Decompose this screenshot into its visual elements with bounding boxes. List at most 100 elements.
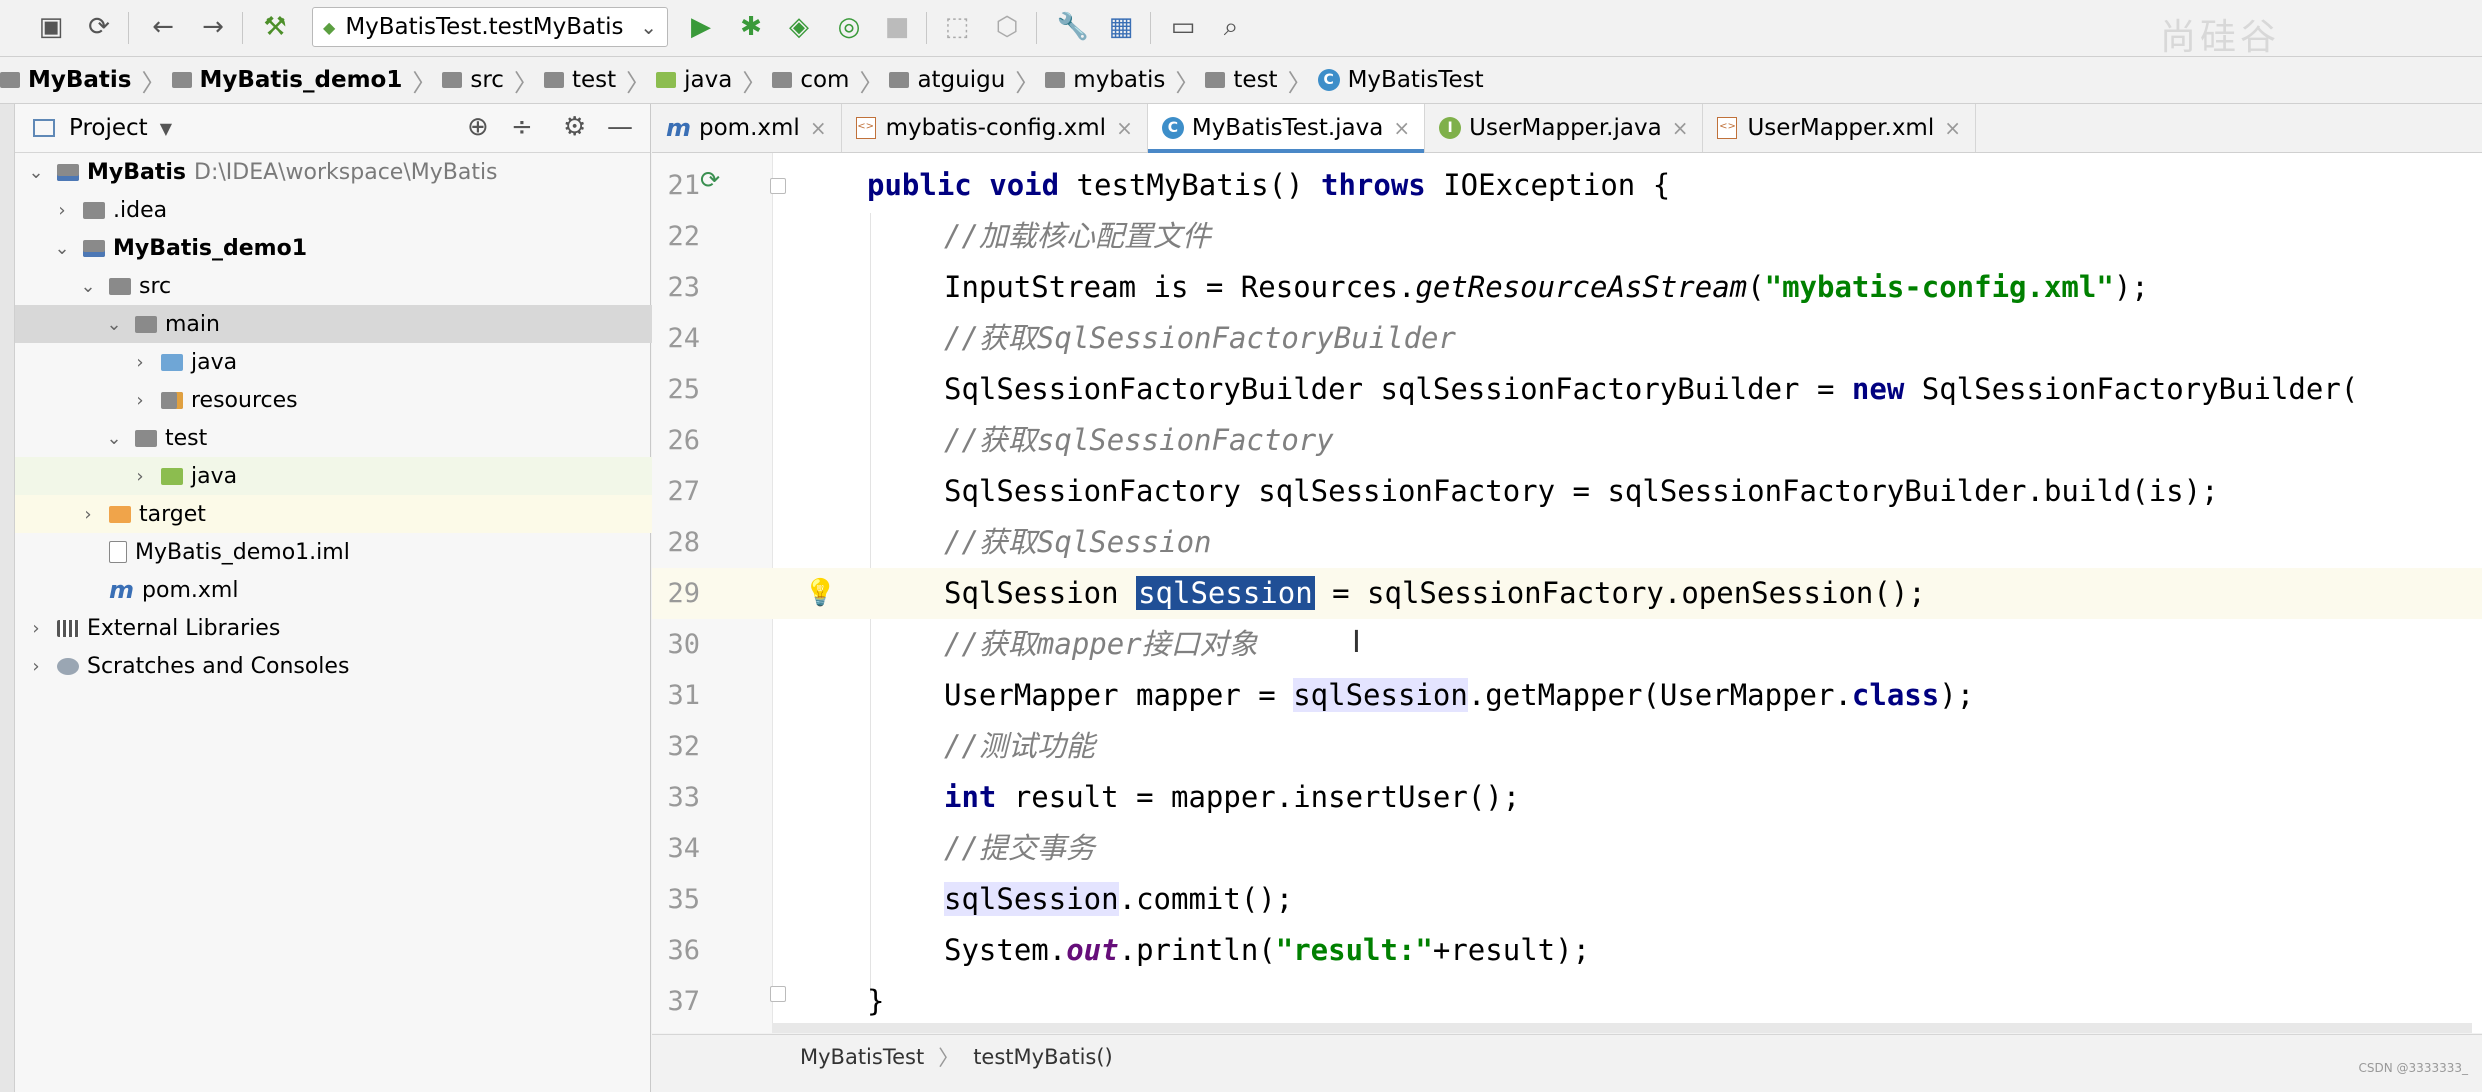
fold-icon[interactable] <box>770 986 786 1002</box>
code-line[interactable]: 26 //获取sqlSessionFactory <box>652 415 2482 466</box>
tree-item-iml[interactable]: MyBatis_demo1.iml <box>15 533 744 571</box>
breadcrumb-item[interactable]: C MyBatisTest <box>1317 67 1484 93</box>
breadcrumb-item[interactable]: java 〉 <box>656 63 766 98</box>
tree-item-module[interactable]: ⌄ MyBatis_demo1 <box>15 229 688 267</box>
tree-item-main[interactable]: ⌄ main <box>15 305 740 343</box>
code-editor[interactable]: 21 ⟳ public void testMyBatis() throws IO… <box>652 153 2482 1033</box>
run-icon[interactable]: ▶ <box>684 10 718 44</box>
fold-icon[interactable] <box>770 178 786 194</box>
tree-item-root[interactable]: ⌄ MyBatis D:\IDEA\workspace\MyBatis <box>15 153 662 191</box>
vcs-icon[interactable]: ⬚ <box>940 10 974 44</box>
save-icon[interactable]: ▣ <box>34 10 68 44</box>
back-icon[interactable]: ← <box>146 10 180 44</box>
chevron-right-icon[interactable]: › <box>53 200 71 221</box>
coverage-icon[interactable]: ◈ <box>782 10 816 44</box>
tree-item-pom[interactable]: m pom.xml <box>15 571 744 609</box>
folder-icon <box>543 72 564 88</box>
close-icon[interactable]: × <box>1672 116 1689 140</box>
chevron-right-icon[interactable]: › <box>27 618 45 639</box>
chevron-right-icon[interactable]: › <box>131 352 149 373</box>
collapse-all-icon[interactable]: ÷ <box>511 112 533 142</box>
stop-icon[interactable]: ■ <box>880 10 914 44</box>
tab-mybatis-config-xml[interactable]: <> mybatis-config.xml × <box>842 104 1148 152</box>
chevron-down-icon[interactable]: ▼ <box>160 119 172 138</box>
folder-icon <box>83 201 105 219</box>
close-icon[interactable]: × <box>1116 116 1133 140</box>
project-panel-title[interactable]: Project <box>69 115 148 141</box>
close-icon[interactable]: × <box>1393 116 1410 140</box>
locate-icon[interactable]: ⊕ <box>467 112 489 142</box>
tree-item-test[interactable]: ⌄ test <box>15 419 740 457</box>
code-text: SqlSession sqlSession = sqlSessionFactor… <box>944 576 1926 610</box>
run-configuration-select[interactable]: ◆ MyBatisTest.testMyBatis ⌄ <box>312 7 668 47</box>
breadcrumb-item[interactable]: atguigu 〉 <box>889 63 1039 98</box>
chevron-down-icon[interactable]: ⌄ <box>79 276 97 297</box>
code-line[interactable]: 35 sqlSession.commit(); <box>652 874 2482 925</box>
breadcrumb-item[interactable]: test 〉 <box>543 63 650 98</box>
tree-item-src[interactable]: ⌄ src <box>15 267 714 305</box>
close-icon[interactable]: × <box>810 116 827 140</box>
code-line[interactable]: 27 SqlSessionFactory sqlSessionFactory =… <box>652 466 2482 517</box>
text-cursor-icon: I <box>1352 625 1361 660</box>
breadcrumb-item[interactable]: com 〉 <box>772 63 883 98</box>
forward-icon[interactable]: → <box>196 10 230 44</box>
chevron-down-icon[interactable]: ⌄ <box>27 162 45 183</box>
code-line[interactable]: 37 } <box>652 976 2482 1027</box>
close-icon[interactable]: × <box>1944 116 1961 140</box>
tree-item-scratches[interactable]: › Scratches and Consoles <box>15 647 662 685</box>
code-line[interactable]: 23 InputStream is = Resources.getResourc… <box>652 262 2482 313</box>
tool-window-strip[interactable] <box>0 104 15 1092</box>
breadcrumb-item[interactable]: test 〉 <box>1205 63 1312 98</box>
chevron-down-icon[interactable]: ⌄ <box>105 428 123 449</box>
wrench-icon[interactable]: 🔧 <box>1056 10 1090 44</box>
code-line[interactable]: 36 System.out.println("result:"+result); <box>652 925 2482 976</box>
package-icon <box>1045 72 1066 88</box>
code-line[interactable]: 31 UserMapper mapper = sqlSession.getMap… <box>652 670 2482 721</box>
build-hammer-icon[interactable]: ⚒ <box>258 10 292 44</box>
run-test-icon[interactable]: ⟳ <box>700 166 730 196</box>
code-line[interactable]: 22 //加载核心配置文件 <box>652 211 2482 262</box>
tree-item-idea[interactable]: › .idea <box>15 191 688 229</box>
chevron-right-icon[interactable]: › <box>79 504 97 525</box>
profile-icon[interactable]: ◎ <box>832 10 866 44</box>
folder-icon <box>135 315 157 333</box>
breadcrumb-item[interactable]: src 〉 <box>442 63 538 98</box>
breadcrumb-item[interactable]: MyBatis 〉 <box>0 63 166 98</box>
code-line[interactable]: 34 //提交事务 <box>652 823 2482 874</box>
code-line[interactable]: 28 //获取SqlSession <box>652 517 2482 568</box>
chevron-down-icon[interactable]: ⌄ <box>105 314 123 335</box>
breadcrumb-class[interactable]: MyBatisTest <box>800 1045 924 1069</box>
chevron-right-icon[interactable]: › <box>131 466 149 487</box>
breadcrumb-method[interactable]: testMyBatis() <box>973 1045 1113 1069</box>
hide-icon[interactable]: — <box>607 112 633 142</box>
update-icon[interactable]: ⬡ <box>990 10 1024 44</box>
search-icon[interactable]: ⌕ <box>1214 10 1248 44</box>
tab-usermapper-java[interactable]: I UserMapper.java × <box>1425 104 1704 152</box>
module-folder-icon <box>57 163 79 181</box>
code-line-current[interactable]: 29 💡 SqlSession sqlSession = sqlSessionF… <box>652 568 2482 619</box>
tree-item-external-libraries[interactable]: › External Libraries <box>15 609 662 647</box>
lightbulb-icon[interactable]: 💡 <box>804 578 836 608</box>
xml-file-icon: <> <box>855 117 876 139</box>
breadcrumb-item[interactable]: MyBatis_demo1 〉 <box>171 63 436 98</box>
code-line[interactable]: 33 int result = mapper.insertUser(); <box>652 772 2482 823</box>
chevron-down-icon[interactable]: ⌄ <box>53 238 71 259</box>
tree-item-target[interactable]: › target <box>15 495 714 533</box>
horizontal-scrollbar[interactable] <box>772 1023 2472 1033</box>
code-line[interactable]: 30 //获取mapper接口对象 I <box>652 619 2482 670</box>
terminal-icon[interactable]: ▭ <box>1166 10 1200 44</box>
code-line[interactable]: 24 //获取SqlSessionFactoryBuilder <box>652 313 2482 364</box>
tab-pom-xml[interactable]: m pom.xml × <box>652 104 842 152</box>
project-structure-icon[interactable]: ▦ <box>1104 10 1138 44</box>
gear-icon[interactable]: ⚙ <box>563 112 586 142</box>
code-line[interactable]: 21 ⟳ public void testMyBatis() throws IO… <box>652 160 2482 211</box>
code-line[interactable]: 25 SqlSessionFactoryBuilder sqlSessionFa… <box>652 364 2482 415</box>
tab-mybatistest-java[interactable]: C MyBatisTest.java × <box>1147 104 1426 153</box>
breadcrumb-item[interactable]: mybatis 〉 <box>1045 63 1199 98</box>
code-line[interactable]: 32 //测试功能 <box>652 721 2482 772</box>
chevron-right-icon[interactable]: › <box>131 390 149 411</box>
debug-icon[interactable]: ✱ <box>734 10 768 44</box>
sync-icon[interactable]: ⟳ <box>82 10 116 44</box>
chevron-right-icon[interactable]: › <box>27 656 45 677</box>
tab-usermapper-xml[interactable]: <> UserMapper.xml × <box>1703 104 1976 152</box>
